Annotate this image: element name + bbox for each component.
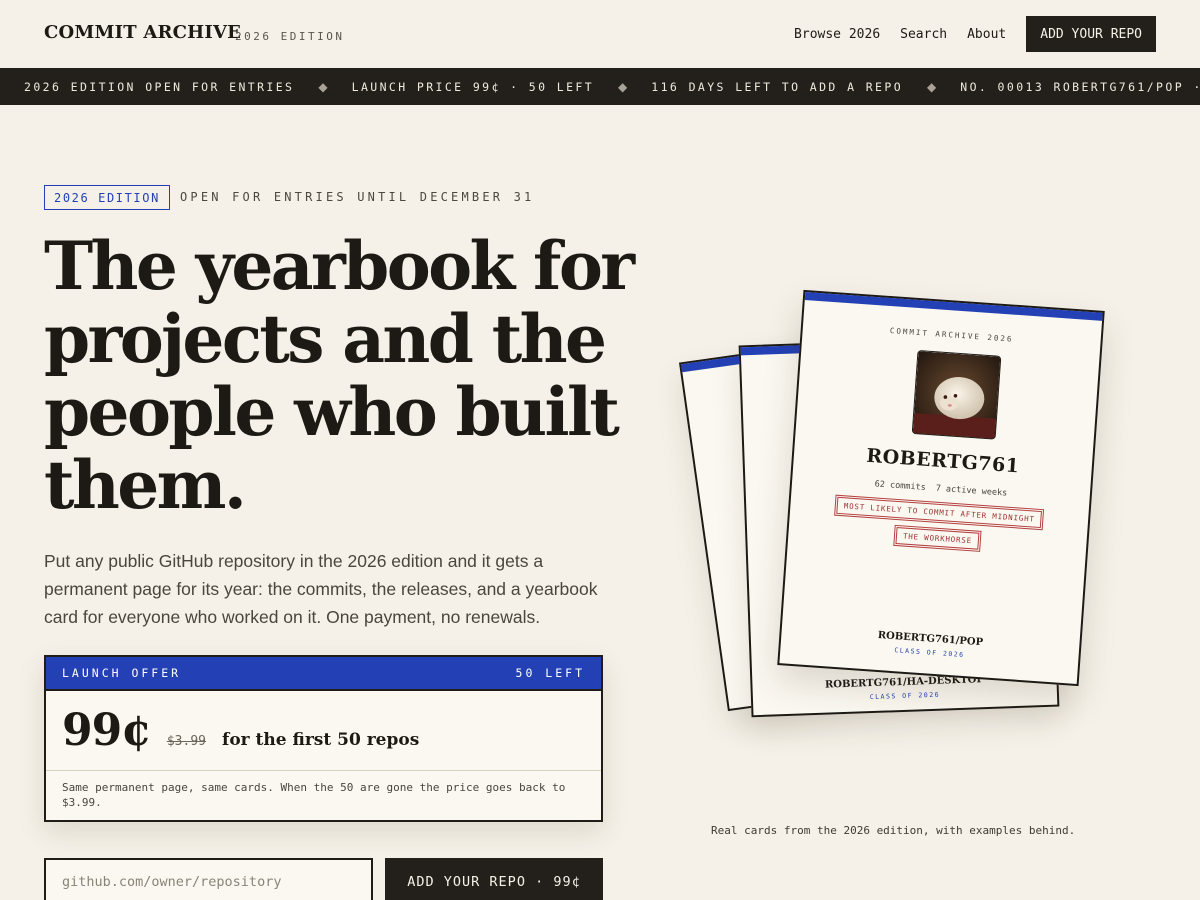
edition-badge: 2026 EDITION bbox=[44, 185, 170, 210]
card-active-weeks: 7 active weeks bbox=[935, 483, 1008, 499]
hamster-avatar-photo bbox=[911, 350, 1002, 440]
main-nav: Browse 2026 Search About ADD YOUR REPO bbox=[774, 16, 1156, 52]
diamond-separator-icon: ◆ bbox=[618, 79, 628, 94]
entries-deadline-note: OPEN FOR ENTRIES UNTIL DECEMBER 31 bbox=[180, 190, 535, 204]
diamond-separator-icon: ◆ bbox=[318, 79, 328, 94]
repo-url-input[interactable] bbox=[44, 858, 373, 900]
logo-edition-label: 2026 EDITION bbox=[235, 30, 345, 43]
old-price: $3.99 bbox=[166, 734, 206, 749]
card-header: COMMIT ARCHIVE 2026 bbox=[889, 326, 1014, 344]
ticker-item: NO. 00013 ROBERTG761/POP · 71 bbox=[960, 79, 1200, 94]
announcement-ticker: 2026 EDITION OPEN FOR ENTRIES ◆ LAUNCH P… bbox=[0, 68, 1200, 105]
diamond-separator-icon: ◆ bbox=[927, 79, 937, 94]
hero-intro: Put any public GitHub repository in the … bbox=[44, 551, 598, 627]
site-logo[interactable]: COMMIT ARCHIVE bbox=[44, 22, 241, 43]
card-commits: 62 commits bbox=[874, 479, 927, 493]
nav-link-about[interactable]: About bbox=[967, 27, 1006, 42]
launch-offer-box: LAUNCH OFFER 50 LEFT 99¢ $3.99 for the f… bbox=[44, 655, 603, 822]
cards-caption: Real cards from the 2026 edition, with e… bbox=[711, 824, 1076, 837]
nav-link-search[interactable]: Search bbox=[900, 27, 947, 42]
offer-price-row: 99¢ $3.99 for the first 50 repos bbox=[46, 691, 601, 771]
card-stripe bbox=[804, 292, 1103, 321]
hero-headline: The yearbook for projects and the people… bbox=[44, 227, 635, 524]
site-header: COMMIT ARCHIVE 2026 EDITION Browse 2026 … bbox=[0, 0, 1200, 68]
offer-header-bar: LAUNCH OFFER 50 LEFT bbox=[46, 657, 601, 691]
add-repo-header-button[interactable]: ADD YOUR REPO bbox=[1026, 16, 1156, 52]
add-repo-submit-button[interactable]: ADD YOUR REPO · 99¢ bbox=[385, 858, 603, 900]
offer-note: Same permanent page, same cards. When th… bbox=[62, 781, 566, 809]
ticker-track: 2026 EDITION OPEN FOR ENTRIES ◆ LAUNCH P… bbox=[24, 68, 1200, 105]
offer-remaining: 50 LEFT bbox=[515, 666, 585, 680]
offer-price: 99¢ bbox=[62, 705, 152, 756]
yearbook-card-front[interactable]: COMMIT ARCHIVE 2026 ROBERTG761 62 commit… bbox=[777, 289, 1105, 687]
superlative-stamp: MOST LIKELY TO COMMIT AFTER MIDNIGHT bbox=[834, 493, 1045, 532]
nav-link-browse[interactable]: Browse 2026 bbox=[794, 27, 880, 42]
ticker-item: LAUNCH PRICE 99¢ · 50 LEFT bbox=[351, 79, 595, 94]
offer-label: LAUNCH OFFER bbox=[62, 666, 182, 680]
offer-description: for the first 50 repos bbox=[222, 730, 420, 750]
ticker-item: 2026 EDITION OPEN FOR ENTRIES bbox=[24, 79, 295, 94]
superlative-stamp: THE WORKHORSE bbox=[893, 524, 982, 553]
ticker-item: 116 DAYS LEFT TO ADD A REPO bbox=[651, 79, 904, 94]
